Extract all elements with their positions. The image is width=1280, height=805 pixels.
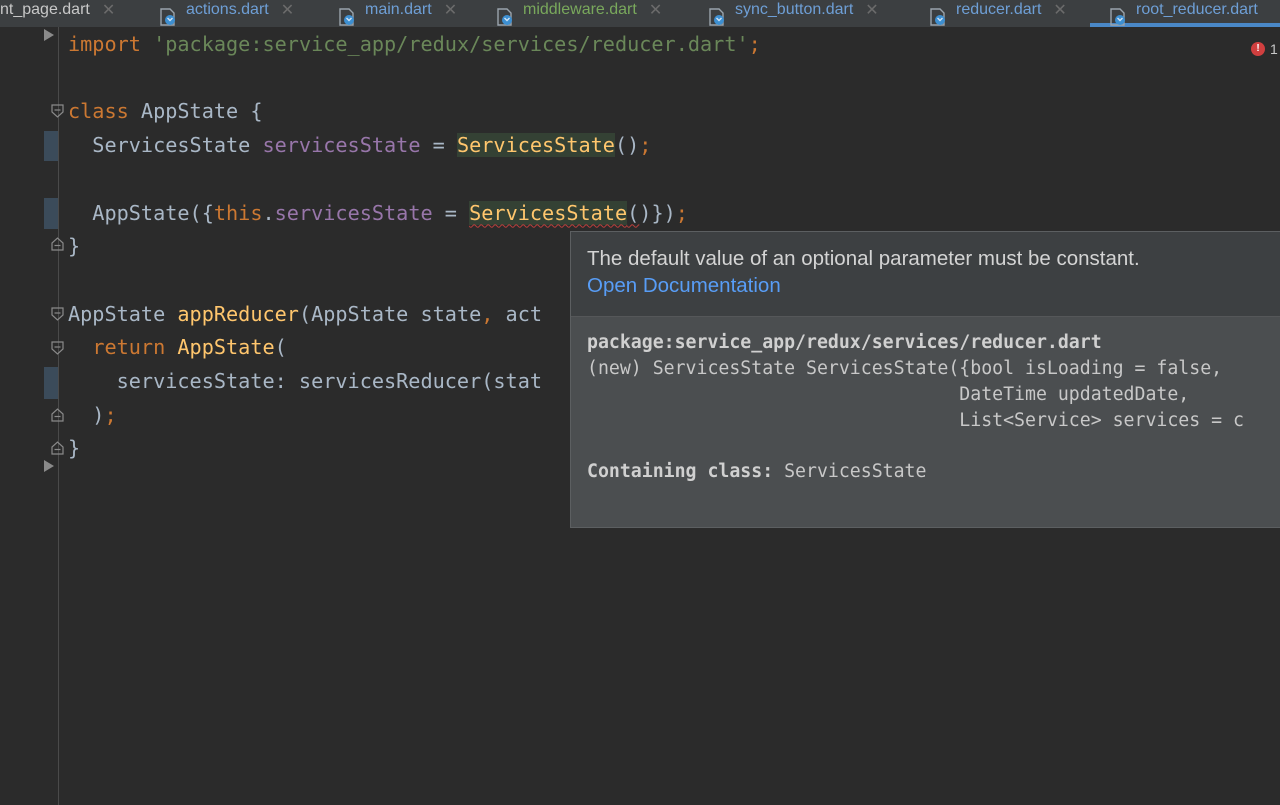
tab-nt-page-dart[interactable]: nt_page.dart ✕ bbox=[0, 0, 115, 27]
editor-tab-bar: nt_page.dart ✕ actions.dart ✕ main.dart ✕ midd… bbox=[0, 0, 1280, 27]
code-line[interactable]: AppState({this.servicesState = ServicesS… bbox=[68, 198, 688, 228]
code-line[interactable]: return AppState( bbox=[68, 332, 286, 362]
dart-file-icon bbox=[339, 7, 354, 26]
change-marker bbox=[44, 131, 58, 161]
tooltip-package-path: package:service_app/redux/services/reduc… bbox=[587, 332, 1102, 353]
tooltip-header: The default value of an optional paramet… bbox=[571, 232, 1280, 317]
tab-middleware-dart[interactable]: middleware.dart ✕ bbox=[495, 0, 662, 27]
close-icon[interactable]: ✕ bbox=[444, 0, 457, 20]
fold-end-icon[interactable] bbox=[51, 441, 64, 455]
error-icon: ! bbox=[1251, 42, 1265, 56]
error-tooltip: The default value of an optional paramet… bbox=[570, 231, 1280, 528]
tab-label: main.dart bbox=[365, 0, 432, 18]
tooltip-signature-line: (new) ServicesState ServicesState({bool … bbox=[587, 358, 1223, 379]
tab-sync-button-dart[interactable]: sync_button.dart ✕ bbox=[707, 0, 879, 27]
tab-root-reducer-dart[interactable]: root_reducer.dart bbox=[1108, 0, 1258, 27]
tab-main-dart[interactable]: main.dart ✕ bbox=[337, 0, 457, 27]
dart-file-icon bbox=[709, 7, 724, 26]
dart-file-icon bbox=[930, 7, 945, 26]
tab-label: nt_page.dart bbox=[0, 0, 90, 18]
close-icon[interactable]: ✕ bbox=[102, 0, 115, 20]
code-line[interactable]: class AppState { bbox=[68, 96, 262, 126]
code-line[interactable]: } bbox=[68, 231, 80, 261]
tooltip-signature-line: DateTime updatedDate, bbox=[587, 384, 1190, 405]
code-line[interactable]: ServicesState servicesState = ServicesSt… bbox=[68, 130, 651, 160]
close-icon[interactable]: ✕ bbox=[649, 0, 662, 20]
tooltip-signature-line: List<Service> services = c bbox=[587, 410, 1244, 431]
change-marker bbox=[44, 198, 58, 229]
fold-end-icon[interactable] bbox=[51, 237, 64, 251]
fold-collapse-icon[interactable] bbox=[51, 341, 64, 355]
tooltip-containing-class: Containing class: ServicesState bbox=[587, 461, 927, 482]
tab-label: sync_button.dart bbox=[735, 0, 854, 18]
code-line[interactable]: } bbox=[68, 433, 80, 463]
code-line[interactable]: import 'package:service_app/redux/servic… bbox=[68, 29, 761, 59]
fold-end-icon[interactable] bbox=[51, 408, 64, 422]
close-icon[interactable]: ✕ bbox=[281, 0, 294, 20]
dart-file-icon bbox=[497, 7, 512, 26]
tab-label: middleware.dart bbox=[523, 0, 637, 18]
editor-window: nt_page.dart ✕ actions.dart ✕ main.dart ✕ midd… bbox=[0, 0, 1280, 805]
code-line[interactable]: servicesState: servicesReducer(stat bbox=[68, 366, 542, 396]
tooltip-error-message: The default value of an optional paramet… bbox=[587, 247, 1140, 270]
close-icon[interactable]: ✕ bbox=[865, 0, 878, 20]
fold-expand-icon[interactable] bbox=[44, 29, 54, 41]
fold-collapse-icon[interactable] bbox=[51, 104, 64, 118]
tab-label: root_reducer.dart bbox=[1136, 0, 1258, 18]
code-line[interactable]: ); bbox=[68, 400, 116, 430]
dart-file-icon bbox=[1110, 7, 1125, 26]
tab-reducer-dart[interactable]: reducer.dart ✕ bbox=[928, 0, 1067, 27]
tab-label: actions.dart bbox=[186, 0, 269, 18]
fold-expand-icon[interactable] bbox=[44, 460, 54, 472]
close-icon[interactable]: ✕ bbox=[1053, 0, 1066, 20]
code-line[interactable]: AppState appReducer(AppState state, act bbox=[68, 299, 542, 329]
fold-collapse-icon[interactable] bbox=[51, 307, 64, 321]
change-marker bbox=[44, 367, 58, 399]
tab-actions-dart[interactable]: actions.dart ✕ bbox=[158, 0, 294, 27]
dart-file-icon bbox=[160, 7, 175, 26]
open-documentation-link[interactable]: Open Documentation bbox=[587, 274, 781, 298]
error-count: 1 bbox=[1270, 41, 1278, 57]
error-indicator[interactable]: ! 1 bbox=[1251, 41, 1278, 57]
tab-label: reducer.dart bbox=[956, 0, 1042, 18]
